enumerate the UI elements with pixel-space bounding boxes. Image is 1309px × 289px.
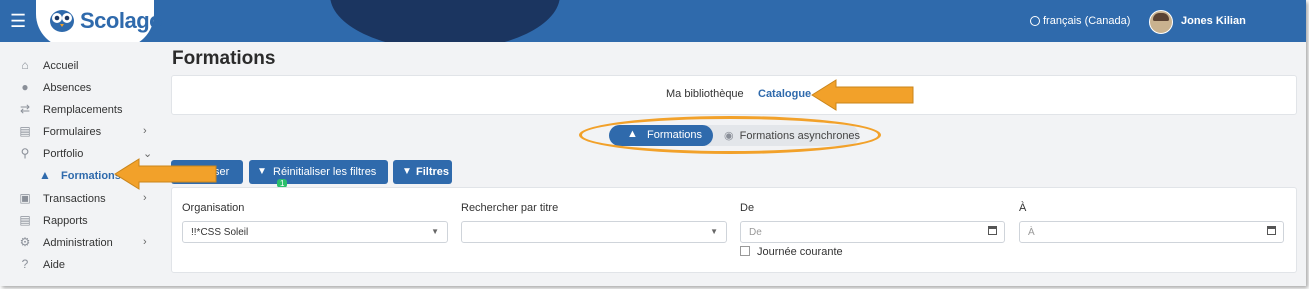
chevron-right-icon: ›	[143, 236, 147, 248]
home-icon: ⌂	[21, 58, 29, 72]
de-date-input[interactable]: De	[740, 221, 1005, 243]
organisation-value: !!*CSS Soleil	[191, 227, 249, 238]
a-date-input[interactable]: À	[1019, 221, 1284, 243]
filtres-button[interactable]: ▼ Filtres	[393, 160, 452, 184]
annotation-arrow-left	[114, 158, 217, 190]
de-placeholder: De	[749, 227, 762, 238]
titre-label: Rechercher par titre	[461, 202, 559, 214]
sidebar-item-label: Administration	[43, 237, 113, 249]
page-title: Formations	[172, 48, 276, 69]
sidebar-item-transactions[interactable]: ▣ Transactions ›	[0, 188, 162, 210]
caret-down-icon: ▼	[431, 227, 439, 236]
user-absence-icon: ●	[21, 80, 29, 94]
sidebar-item-label: Formations	[61, 170, 121, 182]
sidebar-item-label: Portfolio	[43, 148, 84, 160]
filter-reset-icon: ▼	[257, 166, 267, 177]
document-icon: ▤	[19, 124, 31, 138]
sidebar-item-absences[interactable]: ● Absences	[0, 77, 162, 99]
hamburger-menu-icon[interactable]: ☰	[10, 12, 28, 30]
annotation-arrow-right	[811, 79, 914, 111]
chevron-right-icon: ›	[143, 125, 147, 137]
filter-icon: ▼	[402, 166, 412, 177]
tab-catalogue[interactable]: Catalogue	[758, 88, 811, 100]
graduation-cap-icon: ▲	[39, 168, 51, 182]
calendar-icon[interactable]	[988, 226, 997, 235]
trophy-icon: ⚲	[20, 146, 30, 160]
a-placeholder: À	[1028, 227, 1035, 238]
calendar-icon[interactable]	[1267, 226, 1276, 235]
sidebar-item-administration[interactable]: ⚙ Administration ›	[0, 232, 162, 254]
header-decoration	[330, 0, 560, 42]
avatar[interactable]	[1149, 10, 1173, 34]
tab-ma-bibliotheque[interactable]: Ma bibliothèque	[666, 88, 744, 100]
user-name[interactable]: Jones Kilian	[1181, 15, 1246, 27]
sidebar-item-label: Absences	[43, 82, 92, 94]
filtres-label: Filtres	[416, 166, 450, 178]
sidebar-item-label: Formulaires	[43, 126, 102, 138]
reinitialiser-filtres-button[interactable]: ▼ Réinitialiser les filtres1	[249, 160, 388, 188]
sidebar-item-label: Rapports	[43, 215, 88, 227]
app-window: ☰ Scolago français (Canada) Jones Kilian…	[0, 0, 1306, 286]
swap-icon: ⇄	[19, 102, 31, 116]
wallet-icon: ▣	[19, 191, 31, 205]
a-label: À	[1019, 202, 1027, 214]
globe-icon	[1030, 16, 1040, 26]
sidebar-item-label: Accueil	[43, 60, 79, 72]
journee-courante-label: Journée courante	[757, 246, 843, 258]
gear-icon: ⚙	[19, 235, 31, 249]
sidebar-item-label: Aide	[43, 259, 66, 271]
sidebar-item-aide[interactable]: ? Aide	[0, 254, 162, 276]
journee-courante-checkbox[interactable]	[740, 246, 750, 256]
question-icon: ?	[21, 257, 29, 271]
caret-down-icon: ▼	[710, 227, 718, 236]
sidebar-item-label: Remplacements	[43, 104, 123, 116]
annotation-ellipse	[579, 116, 881, 154]
sidebar-item-accueil[interactable]: ⌂ Accueil	[0, 55, 162, 77]
organisation-label: Organisation	[182, 202, 245, 214]
sidebar-item-formulaires[interactable]: ▤ Formulaires ›	[0, 121, 162, 143]
sidebar-item-rapports[interactable]: ▤ Rapports	[0, 210, 162, 232]
titre-search-select[interactable]: ▼	[461, 221, 727, 243]
owl-logo-icon	[50, 10, 74, 32]
organisation-select[interactable]: !!*CSS Soleil ▼	[182, 221, 448, 243]
chevron-right-icon: ›	[143, 192, 147, 204]
top-bar: ☰ Scolago français (Canada) Jones Kilian	[0, 0, 1306, 42]
logo-text[interactable]: Scolago	[80, 8, 163, 34]
sidebar-item-remplacements[interactable]: ⇄ Remplacements	[0, 99, 162, 121]
report-icon: ▤	[19, 213, 31, 227]
sidebar-item-label: Transactions	[43, 193, 106, 205]
language-selector[interactable]: français (Canada)	[1030, 15, 1130, 27]
language-label: français (Canada)	[1043, 15, 1131, 27]
de-label: De	[740, 202, 755, 214]
